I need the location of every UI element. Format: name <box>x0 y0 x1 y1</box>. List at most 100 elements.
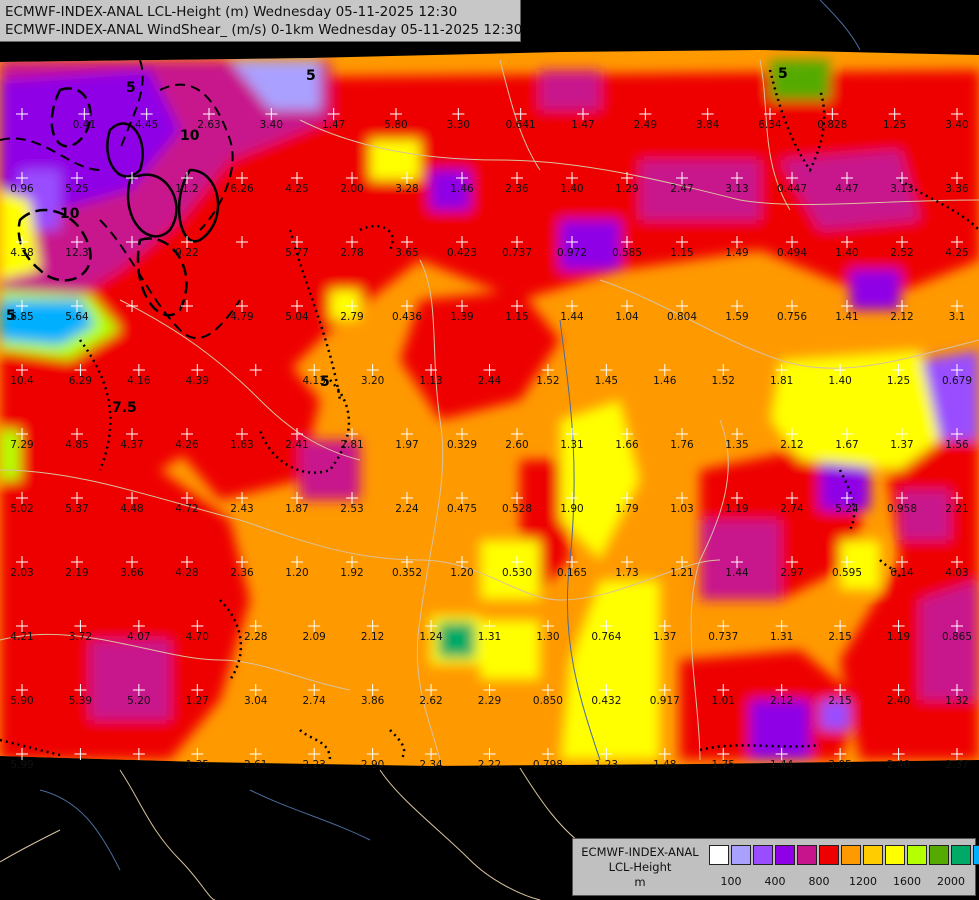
grid-value-label: 2.47 <box>670 183 693 195</box>
grid-value-label: 0.165 <box>557 567 587 579</box>
grid-value-label: 0.737 <box>708 631 738 643</box>
grid-value-label: 0.958 <box>887 503 917 515</box>
grid-value-label: 2.36 <box>505 183 529 195</box>
grid-value-label: 5.39 <box>69 695 92 707</box>
grid-value-label: 4.72 <box>175 503 198 515</box>
grid-value-label: 4.07 <box>127 631 150 643</box>
contour-label: 5 <box>126 80 136 96</box>
grid-value-label: 6.26 <box>230 183 254 195</box>
grid-value-label: 2.29 <box>478 695 501 707</box>
grid-value-label: 5.24 <box>835 503 859 515</box>
grid-value-label: 1.40 <box>560 183 583 195</box>
grid-value-label: 1.31 <box>770 631 793 643</box>
grid-value-label: 2.81 <box>340 439 363 451</box>
grid-value-label: 1.40 <box>828 375 851 387</box>
grid-value-label: 1.52 <box>536 375 559 387</box>
grid-value-label: 5.25 <box>65 183 88 195</box>
grid-value-label: 1.67 <box>835 439 858 451</box>
grid-value-label: 3.66 <box>120 567 144 579</box>
grid-value-label: 0.595 <box>832 567 862 579</box>
grid-value-label: 2.23 <box>302 759 325 771</box>
legend-swatch <box>841 845 861 865</box>
legend-swatches <box>709 845 979 865</box>
grid-value-label: 3.30 <box>447 119 470 131</box>
legend-tick-label: 1200 <box>849 875 877 888</box>
grid-value-label: 0.494 <box>777 247 807 259</box>
grid-value-label: 0.737 <box>502 247 532 259</box>
grid-value-label: 1.49 <box>725 247 748 259</box>
grid-value-label: 4.25 <box>285 183 308 195</box>
grid-value-label: 2.53 <box>340 503 363 515</box>
grid-value-label: 6.29 <box>69 375 92 387</box>
grid-value-label: 4.85 <box>65 439 88 451</box>
grid-value-label: 1.15 <box>670 247 693 259</box>
legend-swatch <box>709 845 729 865</box>
grid-value-label: 0.641 <box>506 119 536 131</box>
grid-value-label: 1.75 <box>712 759 735 771</box>
grid-value-label: 1.03 <box>670 503 693 515</box>
grid-value-label: 5.77 <box>285 247 308 259</box>
contour-label: 10 <box>60 206 80 222</box>
color-legend: ECMWF-INDEX-ANAL LCL-Height m 100 400 800 1… <box>572 838 979 896</box>
legend-tick-label: 1600 <box>893 875 921 888</box>
grid-value-label: 1.47 <box>322 119 345 131</box>
grid-value-label: 4.48 <box>120 503 143 515</box>
grid-value-label: 1.01 <box>712 695 735 707</box>
grid-value-label: 1.31 <box>560 439 583 451</box>
grid-value-label: 1.92 <box>340 567 363 579</box>
legend-tick-label: 800 <box>808 875 830 888</box>
grid-value-label: 7.29 <box>10 439 33 451</box>
grid-value-label: 6.34 <box>758 119 782 131</box>
grid-value-label: 2.24 <box>395 503 419 515</box>
grid-value-label: 1.66 <box>615 439 639 451</box>
grid-value-label: 1.27 <box>186 695 209 707</box>
grid-value-label: 3.40 <box>260 119 283 131</box>
grid-value-label: 1.24 <box>419 631 443 643</box>
grid-value-label: 2.15 <box>828 631 851 643</box>
grid-value-label: 2.03 <box>10 567 33 579</box>
grid-value-label: 5.37 <box>65 503 88 515</box>
grid-value-label: 1.73 <box>615 567 638 579</box>
legend-swatch <box>819 845 839 865</box>
legend-model: ECMWF-INDEX-ANAL <box>581 845 699 859</box>
grid-value-label: 2.74 <box>302 695 326 707</box>
grid-value-label: 0.850 <box>533 695 563 707</box>
grid-value-label: 1.20 <box>285 567 308 579</box>
title-line-lcl: ECMWF-INDEX-ANAL LCL-Height (m) Wednesda… <box>5 4 458 20</box>
grid-value-label: 5.90 <box>10 695 33 707</box>
grid-value-label: 2.12 <box>780 439 803 451</box>
grid-value-label: 1.40 <box>835 247 858 259</box>
legend-unit: m <box>634 875 646 889</box>
grid-value-label: 3.86 <box>361 695 385 707</box>
grid-value-label: 4.39 <box>186 375 209 387</box>
grid-value-label: 3.72 <box>69 631 92 643</box>
grid-value-label: 2.00 <box>340 183 363 195</box>
grid-value-label: 5.02 <box>10 503 33 515</box>
grid-value-label: 0.764 <box>591 631 621 643</box>
grid-value-label: 1.45 <box>595 375 618 387</box>
grid-value-label: 1.23 <box>595 759 618 771</box>
grid-value-label: 2.12 <box>770 695 793 707</box>
grid-value-label: 4.28 <box>175 567 198 579</box>
grid-value-label: 5.64 <box>65 311 89 323</box>
grid-value-label: 1.29 <box>615 183 638 195</box>
grid-value-label: 3.65 <box>395 247 418 259</box>
grid-value-label: 2.44 <box>478 375 502 387</box>
grid-value-label: 1.48 <box>653 759 676 771</box>
grid-value-label: 0.828 <box>817 119 847 131</box>
legend-swatch <box>951 845 971 865</box>
grid-value-label: 3.13 <box>890 183 913 195</box>
grid-value-label: 1.44 <box>725 567 749 579</box>
grid-value-label: 1.31 <box>478 631 501 643</box>
grid-value-label: 1.56 <box>945 439 969 451</box>
grid-value-label: 1.37 <box>890 439 913 451</box>
legend-tick-label: 400 <box>764 875 786 888</box>
weather-map-view: 5 5 10 10 5 7.5 5 5 0.41 4.45 2.63 3.40 1.47… <box>0 0 979 900</box>
grid-value-label: 0.804 <box>667 311 697 323</box>
grid-value-label: 1.52 <box>712 375 735 387</box>
grid-value-label: 2.90 <box>361 759 384 771</box>
grid-value-label: 2.12 <box>890 311 913 323</box>
grid-value-label: 6.85 <box>10 311 33 323</box>
grid-value-label: 4.47 <box>835 183 858 195</box>
grid-value-label: 1.97 <box>395 439 418 451</box>
